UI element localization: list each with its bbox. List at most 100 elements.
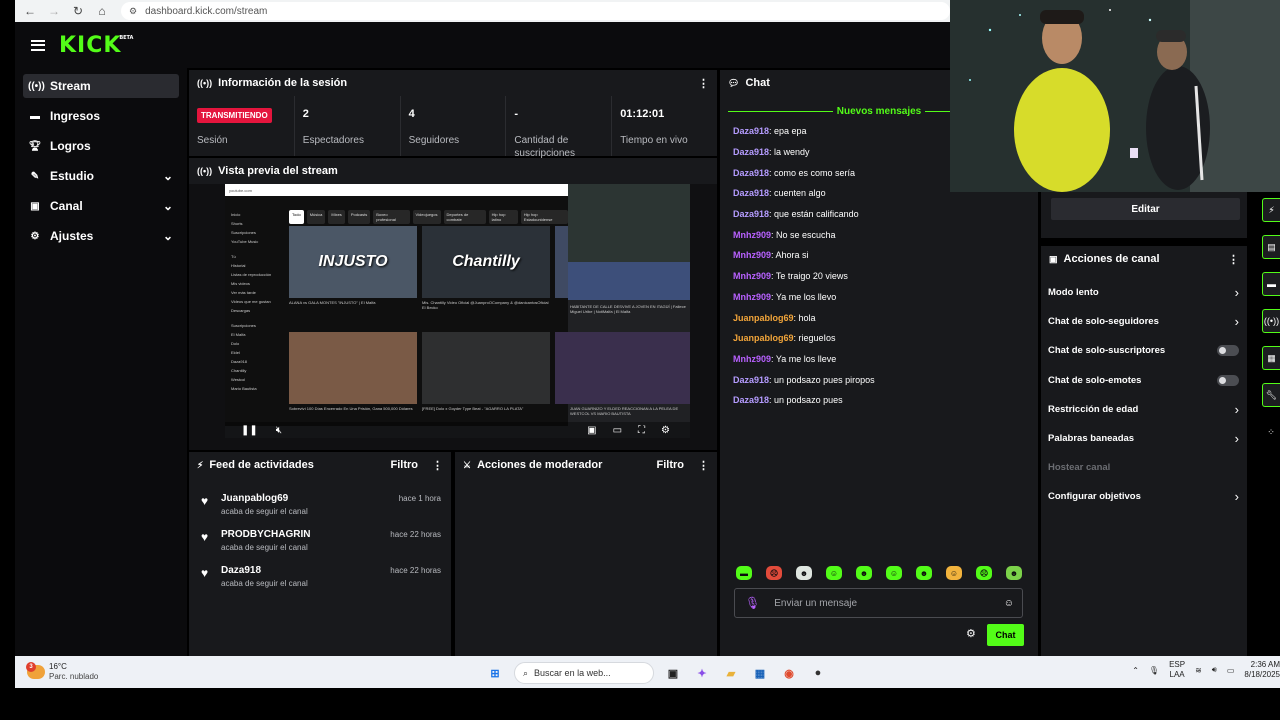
action-banned-words[interactable]: Palabras baneadas › (1041, 424, 1247, 453)
weather-temp: 16°C (49, 662, 67, 671)
action-followers-only[interactable]: Chat de solo-seguidores › (1041, 307, 1247, 336)
chat-username[interactable]: Daza918 (733, 168, 769, 178)
emote-icon[interactable]: ☹ (766, 566, 782, 580)
browser-toolbar: ← → ↻ ⌂ ⚙ dashboard.kick.com/stream (15, 0, 950, 22)
chat-message: Daza918: que están calificando (720, 204, 1038, 225)
thumbnail-text: INJUSTO (318, 253, 388, 270)
more-options-icon[interactable]: ⋮ (432, 459, 443, 472)
sidebar-item-ajustes[interactable]: ⚙ Ajustes ⌄ (23, 224, 179, 248)
chat-username[interactable]: Mnhz909 (733, 230, 771, 240)
chevron-up-icon[interactable]: ⌃ (1132, 666, 1139, 675)
chat-username[interactable]: Daza918 (733, 147, 769, 157)
wallet-icon: ▬ (30, 110, 40, 122)
rail-chat-icon[interactable]: ▬ (1262, 272, 1280, 296)
reload-icon[interactable]: ↻ (69, 2, 87, 20)
site-settings-icon[interactable]: ⚙ (129, 6, 137, 17)
pause-icon[interactable]: ❚❚ (241, 425, 258, 436)
chat-username[interactable]: Mnhz909 (733, 292, 771, 302)
volume-icon[interactable]: 🔊︎ (1212, 665, 1217, 675)
theater-icon[interactable]: ▭ (613, 425, 622, 436)
weather-widget[interactable]: 3 16°C Parc. nublado (26, 662, 98, 682)
chat-username[interactable]: Mnhz909 (733, 250, 771, 260)
rail-bolt-icon[interactable]: ⚡︎ (1262, 198, 1280, 222)
more-options-icon[interactable]: ⋮ (698, 459, 709, 472)
fullscreen-icon[interactable]: ⛶ (638, 425, 645, 436)
rail-wrench-icon[interactable]: 🔧︎ (1262, 383, 1280, 407)
store-icon[interactable]: ▦ (750, 663, 770, 683)
obs-icon[interactable]: ● (808, 663, 828, 683)
back-icon[interactable]: ← (21, 2, 39, 20)
rail-more-icon[interactable]: ⁘ (1262, 420, 1280, 444)
sidebar-item-logros[interactable]: 🏆︎ Logros (23, 134, 179, 158)
file-explorer-icon[interactable]: ▰ (721, 663, 741, 683)
chat-username[interactable]: Daza918 (733, 209, 769, 219)
more-options-icon[interactable]: ⋮ (1228, 253, 1239, 266)
wifi-icon[interactable]: ≋ (1195, 666, 1202, 675)
stat-followers: 4 Seguidores (401, 96, 507, 156)
taskbar-search[interactable]: ⌕ Buscar en la web... (514, 662, 654, 684)
clock[interactable]: 2:36 AM 8/18/2025 (1244, 660, 1280, 680)
chat-username[interactable]: Daza918 (733, 126, 769, 136)
send-chat-button[interactable]: Chat (987, 624, 1024, 646)
chat-username[interactable]: Mnhz909 (733, 271, 771, 281)
emote-icon[interactable]: ☻ (796, 566, 812, 580)
emote-icon[interactable]: ▬ (736, 566, 752, 580)
rail-media-icon[interactable]: ▦ (1262, 346, 1280, 370)
microphone-icon[interactable]: 🎙︎ (745, 596, 760, 610)
chat-input[interactable]: 🎙︎ Enviar un mensaje ☺ (734, 588, 1023, 618)
sidebar-item-ingresos[interactable]: ▬ Ingresos (23, 104, 179, 128)
copilot-icon[interactable]: ✦ (692, 663, 712, 683)
address-bar[interactable]: ⚙ dashboard.kick.com/stream (121, 2, 950, 20)
channel-icon: ▣ (30, 200, 40, 212)
filter-button[interactable]: Filtro (391, 459, 419, 471)
input-language[interactable]: ESP LAA (1169, 660, 1185, 680)
chat-username[interactable]: Juanpablog69 (733, 333, 794, 343)
action-age-restriction[interactable]: Restricción de edad › (1041, 395, 1247, 424)
chat-message: Juanpablog69: hola (720, 307, 1038, 328)
emote-icon[interactable]: ☻ (916, 566, 932, 580)
menu-icon[interactable] (31, 39, 45, 51)
sidebar-item-estudio[interactable]: ✎ Estudio ⌄ (23, 164, 179, 188)
rail-document-icon[interactable]: ▤ (1262, 235, 1280, 259)
emotes-only-toggle[interactable] (1217, 374, 1239, 386)
action-configure-goals[interactable]: Configurar objetivos › (1041, 482, 1247, 511)
more-options-icon[interactable]: ⋮ (698, 77, 709, 90)
rail-broadcast-icon[interactable]: ((•)) (1262, 309, 1280, 333)
sidebar-item-stream[interactable]: ((•)) Stream (23, 74, 179, 98)
chat-username[interactable]: Juanpablog69 (733, 313, 794, 323)
chat-settings-icon[interactable]: ⚙ (966, 627, 976, 640)
panel-title: Información de la sesión (218, 77, 348, 89)
emote-icon[interactable]: ☹ (976, 566, 992, 580)
forward-icon[interactable]: → (45, 2, 63, 20)
task-view-icon[interactable]: ▣ (663, 663, 683, 683)
sidebar-item-canal[interactable]: ▣ Canal ⌄ (23, 194, 179, 218)
emote-icon[interactable]: ☺ (946, 566, 962, 580)
edit-button[interactable]: Editar (1051, 198, 1240, 220)
home-icon[interactable]: ⌂ (93, 2, 111, 20)
new-messages-label: Nuevos mensajes (836, 105, 922, 117)
stream-video[interactable]: youtube.com Inicio Shorts Suscripciones You… (225, 184, 690, 438)
chrome-icon[interactable]: ◉ (779, 663, 799, 683)
chip: Hip hop latino (488, 210, 518, 224)
kick-logo[interactable]: KICK BETA (59, 33, 133, 58)
emote-icon[interactable]: ☻ (856, 566, 872, 580)
lang-layout: LAA (1169, 670, 1185, 679)
chat-username[interactable]: Daza918 (733, 395, 769, 405)
chat-username[interactable]: Daza918 (733, 188, 769, 198)
chat-username[interactable]: Mnhz909 (733, 354, 771, 364)
action-slow-mode[interactable]: Modo lento › (1041, 278, 1247, 307)
emoji-icon[interactable]: ☺ (1004, 598, 1014, 609)
filter-button[interactable]: Filtro (657, 459, 685, 471)
settings-icon[interactable]: ⚙ (661, 425, 670, 436)
emote-icon[interactable]: ☺ (826, 566, 842, 580)
channel-actions-list: Modo lento › Chat de solo-seguidores › Cha… (1041, 278, 1247, 512)
pip-icon[interactable]: ▣ (587, 425, 596, 436)
mute-icon[interactable]: 🔇︎ (276, 425, 282, 436)
emote-icon[interactable]: ☺ (886, 566, 902, 580)
emote-icon[interactable]: ☻ (1006, 566, 1022, 580)
windows-start-icon[interactable]: ⊞ (485, 663, 505, 683)
chat-username[interactable]: Daza918 (733, 375, 769, 385)
microphone-icon[interactable]: 🎙︎ (1149, 666, 1159, 675)
battery-icon[interactable]: ▭ (1227, 666, 1235, 675)
subscribers-only-toggle[interactable] (1217, 345, 1239, 357)
